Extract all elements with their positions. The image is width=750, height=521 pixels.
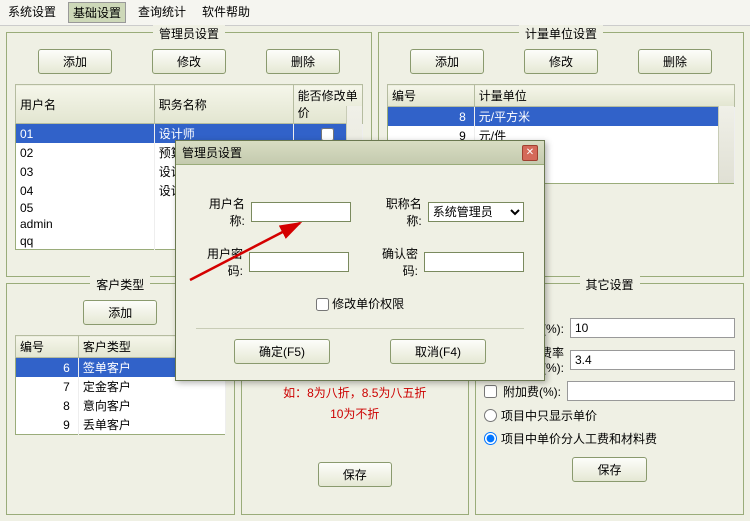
radio1-label: 项目中只显示单价	[501, 407, 597, 424]
radio2-label: 项目中单价分人工费和材料费	[501, 430, 657, 447]
table-row[interactable]: 9丢单客户	[16, 415, 226, 435]
admin-add-button[interactable]: 添加	[38, 49, 112, 74]
admin-del-button[interactable]: 删除	[266, 49, 340, 74]
user-label: 用户名称:	[196, 195, 245, 229]
panel-admin-title: 管理员设置	[153, 25, 225, 42]
dialog-titlebar[interactable]: 管理员设置 ✕	[176, 141, 544, 165]
cancel-button[interactable]: 取消(F4)	[390, 339, 486, 364]
mgmt-fee-input[interactable]	[570, 318, 735, 338]
menu-item-2[interactable]: 查询统计	[134, 2, 190, 23]
customer-add-button[interactable]: 添加	[83, 300, 157, 325]
extra-fee-input[interactable]	[567, 381, 735, 401]
unit-del-button[interactable]: 删除	[638, 49, 712, 74]
extra-fee-label: 附加费(%):	[503, 383, 561, 400]
pwd-label: 用户密码:	[196, 245, 243, 279]
role-select[interactable]: 系统管理员	[428, 202, 524, 222]
col-role: 职务名称	[154, 85, 293, 124]
table-row[interactable]: 8元/平方米	[388, 107, 735, 127]
discount-hint2: 10为不折	[250, 405, 461, 422]
pwd2-label: 确认密码:	[371, 245, 418, 279]
role-label: 职称名称:	[373, 195, 422, 229]
edit-price-checkbox[interactable]	[316, 298, 329, 311]
edit-price-label: 修改单价权限	[332, 297, 404, 311]
dialog-title: 管理员设置	[182, 144, 242, 161]
panel-other-title: 其它设置	[579, 276, 639, 293]
radio-price-split[interactable]	[484, 432, 497, 445]
discount-save-button[interactable]: 保存	[318, 462, 392, 487]
admin-dialog: 管理员设置 ✕ 用户名称: 职称名称: 系统管理员 用户密码: 确认密码: 修改…	[175, 140, 545, 381]
unit-add-button[interactable]: 添加	[410, 49, 484, 74]
unit-edit-button[interactable]: 修改	[524, 49, 598, 74]
menu-item-3[interactable]: 软件帮助	[198, 2, 254, 23]
admin-edit-button[interactable]: 修改	[152, 49, 226, 74]
tax-fee-input[interactable]	[570, 350, 735, 370]
col-id: 编号	[388, 85, 475, 107]
pwd2-input[interactable]	[424, 252, 524, 272]
table-row[interactable]: 8意向客户	[16, 396, 226, 415]
col-cid: 编号	[16, 336, 79, 358]
ok-button[interactable]: 确定(F5)	[234, 339, 330, 364]
menubar: 系统设置 基础设置 查询统计 软件帮助	[0, 0, 750, 26]
menu-item-0[interactable]: 系统设置	[4, 2, 60, 23]
radio-price-only[interactable]	[484, 409, 497, 422]
close-icon[interactable]: ✕	[522, 145, 538, 161]
col-unit: 计量单位	[474, 85, 734, 107]
discount-hint1: 如：8为八折，8.5为八五折	[250, 384, 461, 401]
extra-fee-checkbox[interactable]	[484, 385, 497, 398]
panel-unit-title: 计量单位设置	[519, 25, 603, 42]
col-user: 用户名	[16, 85, 155, 124]
panel-customer-title: 客户类型	[90, 276, 150, 293]
pwd-input[interactable]	[249, 252, 349, 272]
user-input[interactable]	[251, 202, 351, 222]
row-checkbox[interactable]	[321, 128, 334, 141]
menu-item-1[interactable]: 基础设置	[68, 2, 126, 23]
other-save-button[interactable]: 保存	[572, 457, 646, 482]
scrollbar[interactable]	[718, 106, 734, 183]
